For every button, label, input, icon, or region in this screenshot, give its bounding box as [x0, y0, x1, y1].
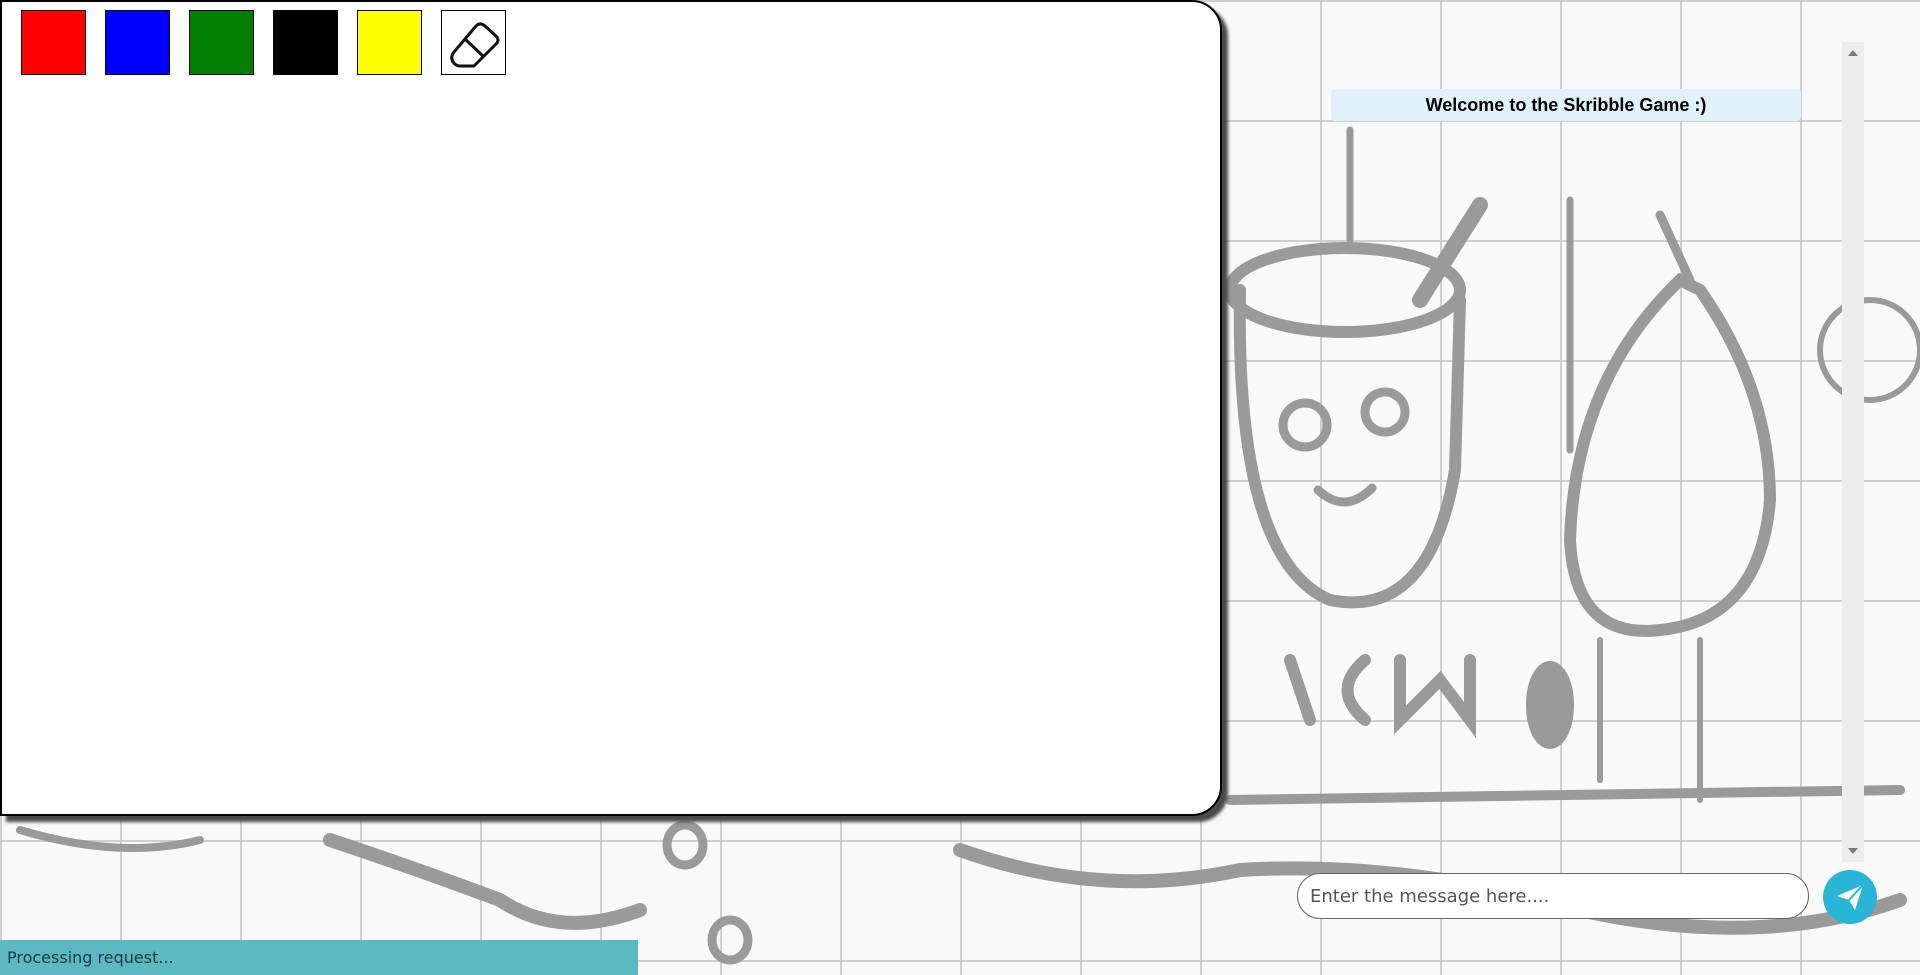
send-button[interactable] — [1823, 870, 1877, 924]
color-swatch-black[interactable] — [273, 10, 338, 75]
color-palette — [21, 10, 506, 75]
color-swatch-yellow[interactable] — [357, 10, 422, 75]
welcome-message: Welcome to the Skribble Game :) — [1331, 89, 1801, 121]
status-bar: Processing request... — [0, 940, 638, 975]
eraser-icon — [449, 22, 499, 67]
color-swatch-blue[interactable] — [105, 10, 170, 75]
eraser-button[interactable] — [441, 10, 506, 75]
color-swatch-green[interactable] — [189, 10, 254, 75]
scroll-down-arrow-icon[interactable] — [1848, 848, 1858, 854]
chat-scrollbar[interactable] — [1842, 42, 1864, 862]
message-input[interactable] — [1297, 873, 1809, 919]
status-text: Processing request... — [7, 948, 174, 967]
paper-plane-icon — [1837, 884, 1864, 910]
color-swatch-red[interactable] — [21, 10, 86, 75]
drawing-canvas[interactable] — [0, 0, 1222, 816]
scroll-up-arrow-icon[interactable] — [1848, 50, 1858, 56]
